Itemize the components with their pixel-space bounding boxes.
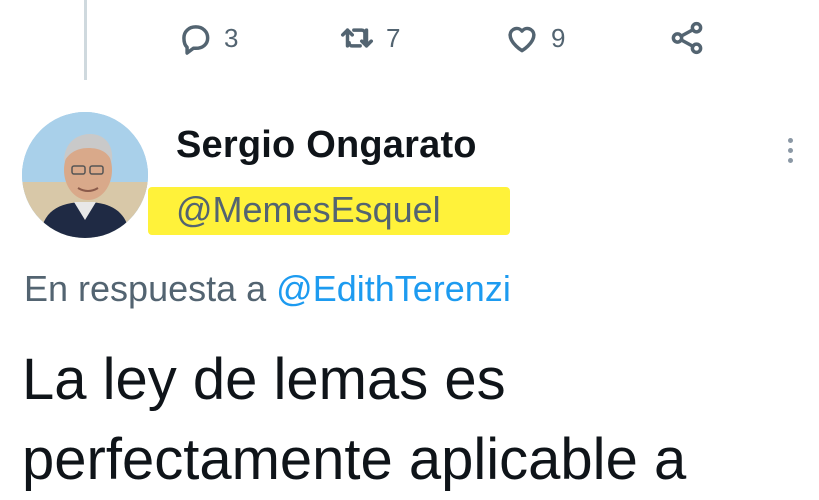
reply-mention-link[interactable]: @EdithTerenzi [276,268,511,309]
author-name[interactable]: Sergio Ongarato [176,124,477,167]
avatar[interactable] [22,112,148,238]
share-button[interactable] [668,14,706,62]
tweet-text: La ley de lemas es perfectamente aplicab… [22,340,819,500]
retweet-count: 7 [386,22,401,53]
reply-prefix: En respuesta a [24,268,267,309]
reply-context: En respuesta a @EdithTerenzi [24,268,511,310]
reply-icon [182,25,210,55]
heart-icon [508,26,536,53]
profile-photo [22,112,148,238]
thread-connector-line [84,0,87,80]
tweet-text-line-2: perfectamente aplicable a [22,427,687,492]
author-handle[interactable]: @MemesEsquel [176,189,441,231]
reply-count: 3 [224,22,239,53]
more-options-icon[interactable] [780,128,800,172]
like-button[interactable]: 9 [503,14,565,62]
reply-button[interactable]: 3 [176,14,238,62]
tweet-text-line-1: La ley de lemas es [22,347,506,412]
retweet-icon [341,28,373,48]
like-count: 9 [551,22,566,53]
retweet-button[interactable]: 7 [338,14,400,62]
share-icon [671,21,703,55]
